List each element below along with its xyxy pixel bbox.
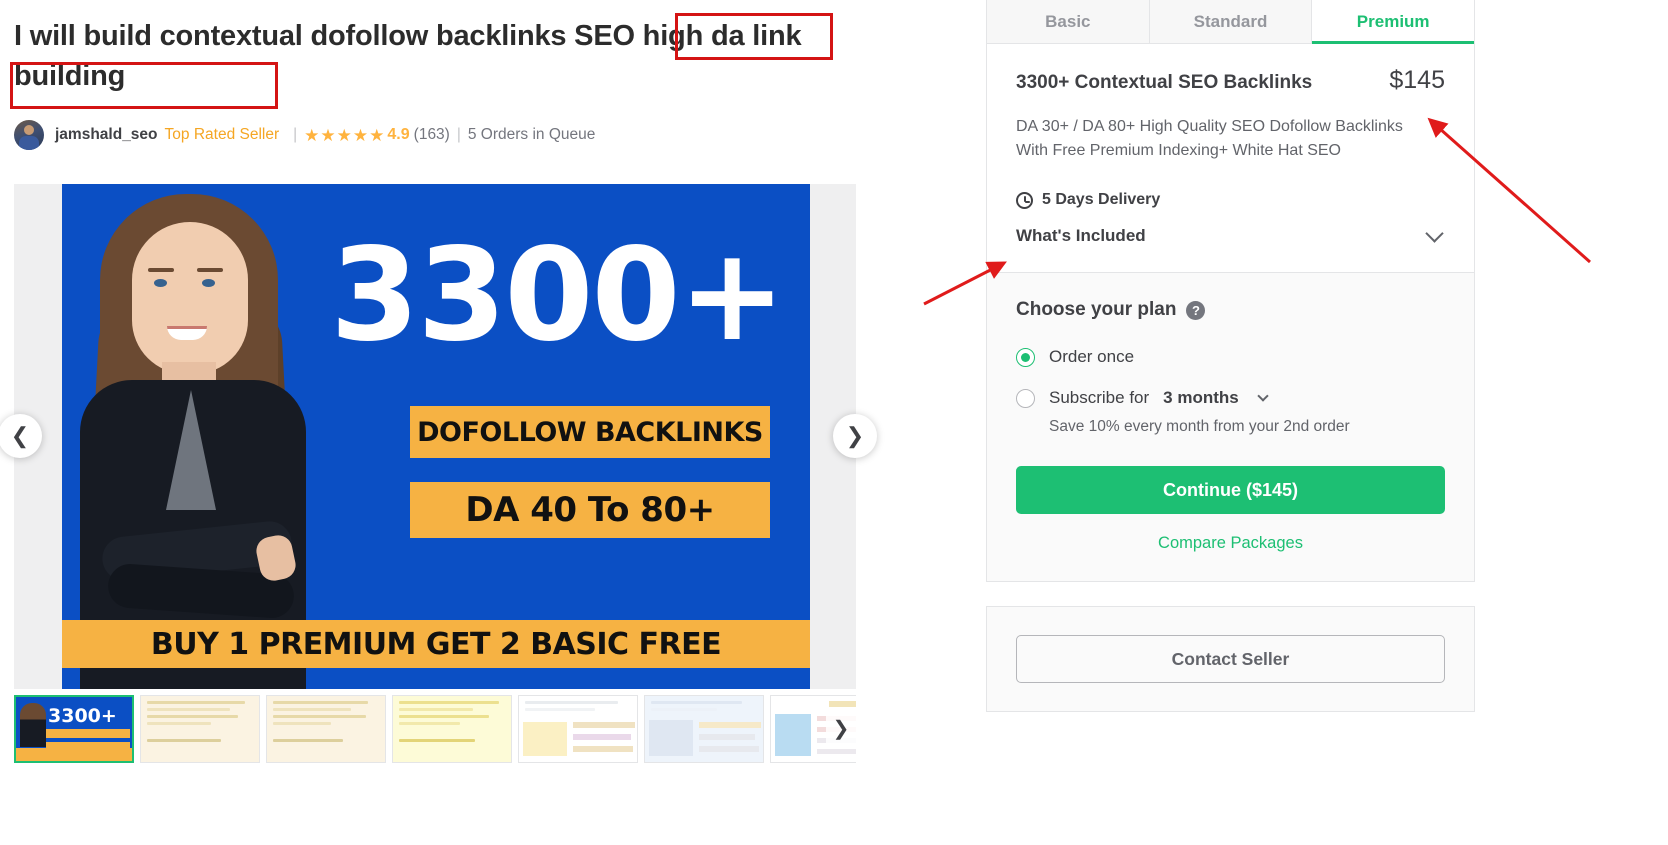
package-price: $145 — [1389, 66, 1445, 94]
radio-order-once[interactable] — [1016, 347, 1035, 367]
star-icon: ★ — [352, 125, 369, 145]
star-icon: ★ — [369, 125, 385, 145]
chevron-down-icon[interactable] — [1257, 390, 1269, 402]
clock-icon — [1016, 191, 1033, 209]
star-icon: ★ — [336, 125, 352, 145]
tab-standard[interactable]: Standard — [1149, 0, 1313, 43]
chevron-left-icon[interactable]: ❮ — [0, 414, 42, 458]
thumbnail-item[interactable]: 3300+ — [14, 695, 134, 763]
gallery-slide-image[interactable]: 3300+ DOFOLLOW BACKLINKS DA 40 To 80+ BU… — [62, 184, 810, 689]
chevron-down-icon — [1425, 224, 1444, 243]
chevron-right-icon[interactable]: ❯ — [833, 414, 877, 458]
seller-username[interactable]: jamshald_seo — [55, 126, 158, 144]
slide-headline: 3300+ — [330, 221, 786, 370]
tab-premium[interactable]: Premium — [1312, 0, 1475, 44]
thumbnail-item[interactable] — [266, 695, 386, 763]
page-title: I will build contextual dofollow backlin… — [14, 20, 802, 93]
package-description: DA 30+ / DA 80+ High Quality SEO Dofollo… — [1016, 118, 1403, 159]
package-header: 3300+ Contextual SEO Backlinks $145 — [1016, 66, 1445, 95]
star-icon: ★ — [304, 125, 320, 145]
whats-included-label: What's Included — [1016, 226, 1146, 246]
thumbnail-item[interactable] — [140, 695, 260, 763]
plan-option-label: Order once — [1049, 347, 1135, 367]
avatar[interactable] — [14, 120, 44, 150]
contact-seller-card: Contact Seller — [986, 606, 1475, 713]
gig-gallery: 3300+ DOFOLLOW BACKLINKS DA 40 To 80+ BU… — [14, 184, 856, 689]
package-body: 3300+ Contextual SEO Backlinks $145 DA 3… — [987, 44, 1474, 272]
slide-bar-da: DA 40 To 80+ — [410, 482, 770, 538]
purchase-sidebar: Basic Standard Premium 3300+ Contextual … — [986, 0, 1475, 713]
delivery-time: 5 Days Delivery — [1016, 191, 1445, 209]
whats-included-toggle[interactable]: What's Included — [1016, 224, 1445, 246]
tab-basic[interactable]: Basic — [987, 0, 1150, 43]
orders-in-queue: 5 Orders in Queue — [467, 126, 596, 143]
rating-value: 4.9 — [387, 126, 410, 143]
review-count: (163) — [413, 126, 450, 143]
status-badge: Top Rated Seller — [164, 126, 280, 143]
plan-option-subscribe[interactable]: Subscribe for 3 months — [1016, 388, 1445, 408]
radio-subscribe[interactable] — [1016, 388, 1035, 408]
divider: | — [456, 126, 461, 143]
package-tabs[interactable]: Basic Standard Premium — [987, 0, 1475, 44]
subscribe-duration[interactable]: 3 months — [1163, 388, 1239, 408]
star-icon: ★ — [320, 125, 336, 145]
question-mark-icon[interactable]: ? — [1186, 300, 1206, 320]
plan-section: Choose your plan ? Order once Subscribe … — [987, 272, 1474, 582]
continue-button[interactable]: Continue ($145) — [1016, 466, 1445, 515]
gig-left-column: I will build contextual dofollow backlin… — [0, 0, 900, 845]
plan-title-row: Choose your plan ? — [1016, 299, 1445, 321]
plan-option-label: Subscribe for — [1049, 388, 1150, 408]
slide-bar-dofollow: DOFOLLOW BACKLINKS — [410, 406, 770, 458]
divider: | — [293, 126, 298, 143]
rating-stars: ★ ★ ★ ★ ★ — [304, 127, 384, 144]
plan-title: Choose your plan — [1016, 299, 1177, 321]
package-card: Basic Standard Premium 3300+ Contextual … — [986, 0, 1475, 583]
thumbnail-item[interactable] — [644, 695, 764, 763]
gallery-thumbnail-strip[interactable]: 3300+ — [14, 695, 856, 763]
plan-option-order-once[interactable]: Order once — [1016, 347, 1445, 367]
delivery-label: 5 Days Delivery — [1042, 191, 1161, 209]
seller-info-row: jamshald_seo Top Rated Seller | ★ ★ ★ ★ … — [14, 120, 595, 150]
contact-seller-button[interactable]: Contact Seller — [1016, 635, 1445, 684]
thumbnail-item[interactable] — [392, 695, 512, 763]
package-name: 3300+ Contextual SEO Backlinks — [1016, 72, 1313, 93]
thumbnail-item[interactable] — [518, 695, 638, 763]
chevron-right-icon[interactable]: ❯ — [826, 713, 856, 743]
slide-bar-promo: BUY 1 PREMIUM GET 2 BASIC FREE — [62, 620, 810, 668]
subscribe-save-note: Save 10% every month from your 2nd order — [1049, 418, 1350, 436]
compare-packages-link[interactable]: Compare Packages — [1016, 534, 1445, 553]
